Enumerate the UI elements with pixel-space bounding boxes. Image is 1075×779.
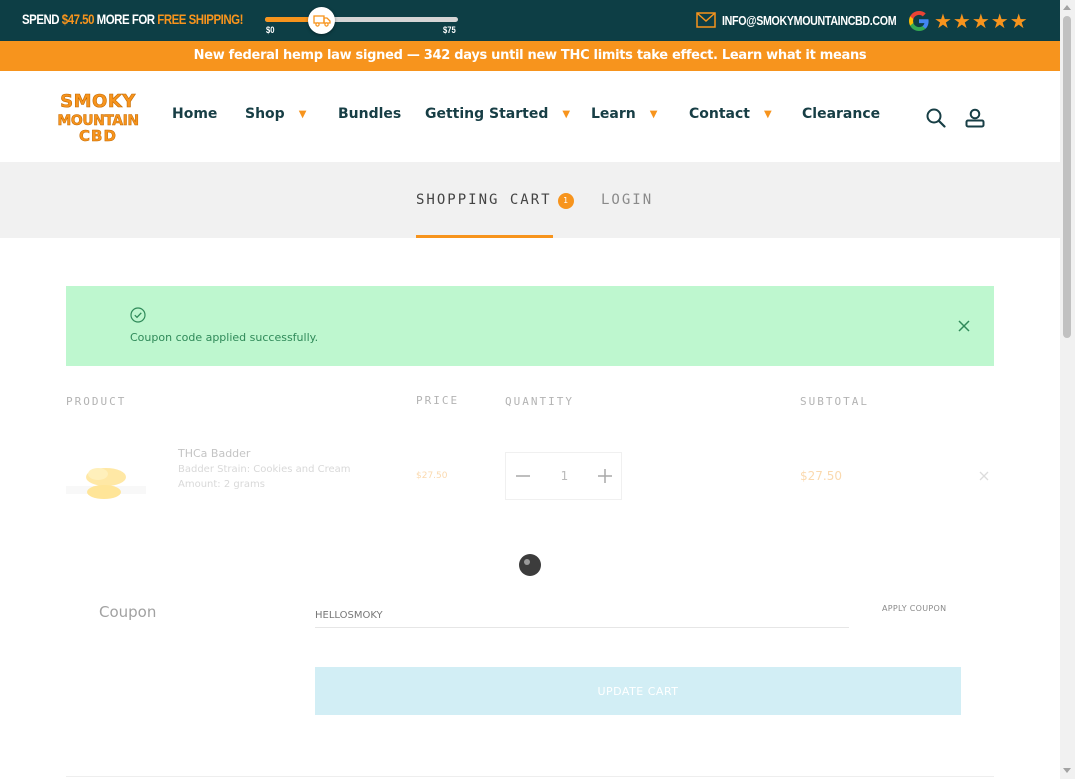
remove-item-icon[interactable] [979, 471, 989, 481]
product-thumbnail[interactable] [66, 450, 146, 512]
nav-shop-label: Shop [245, 106, 285, 122]
shipping-amount: $47.50 [61, 11, 95, 27]
logo-line-3: CBD [79, 127, 117, 145]
item-subtotal: $27.50 [800, 469, 842, 483]
active-tab-indicator [416, 235, 553, 238]
nav-home[interactable]: Home [172, 106, 217, 122]
shipping-max-label: $75 [443, 25, 456, 35]
site-header: SMOKY MOUNTAIN CBD Home Shop ▼ Bundles Ge… [0, 71, 1060, 162]
page-scrollbar[interactable] [1060, 0, 1075, 779]
nav-bundles-label: Bundles [338, 106, 402, 122]
coupon-label: Coupon [99, 603, 157, 621]
check-circle-icon [130, 307, 146, 323]
close-icon[interactable] [958, 320, 970, 332]
logo-line-1: SMOKY [60, 91, 136, 112]
column-header-product: PRODUCT [66, 395, 127, 408]
tab-login[interactable]: LOGIN [601, 192, 653, 208]
chevron-down-icon: ▼ [649, 109, 658, 120]
chevron-down-icon: ▼ [298, 109, 307, 120]
mail-icon [696, 12, 716, 28]
nav-learn-label: Learn [591, 106, 636, 122]
quantity-stepper[interactable]: 1 [505, 452, 622, 500]
notice-message: Coupon code applied successfully. [130, 331, 319, 344]
tab-shopping-cart-label: SHOPPING CART [416, 192, 552, 208]
shipping-middle: MORE FOR [93, 11, 158, 27]
nav-clearance-label: Clearance [802, 106, 881, 122]
column-header-subtotal: SUBTOTAL [800, 395, 869, 408]
nav-contact[interactable]: Contact ▼ [689, 106, 772, 122]
product-amount: Amount: 2 grams [178, 479, 265, 490]
google-icon [909, 11, 929, 31]
free-shipping-highlight: FREE SHIPPING! [157, 11, 243, 27]
column-header-quantity: QUANTITY [505, 395, 574, 408]
scroll-down-arrow-icon[interactable] [1063, 768, 1071, 773]
product-name-link[interactable]: THCa Badder [178, 447, 250, 460]
nav-contact-label: Contact [689, 106, 750, 122]
rating-stars: ★★★★★ [934, 9, 1029, 33]
update-cart-button[interactable]: UPDATE CART [315, 667, 961, 715]
cart-count-badge: 1 [557, 193, 574, 209]
shipping-progress-track [265, 17, 458, 22]
cart-tabs: SHOPPING CART 1 LOGIN [0, 162, 1060, 238]
nav-getting-started[interactable]: Getting Started ▼ [425, 106, 570, 122]
announcement-bar[interactable]: New federal hemp law signed — 342 days u… [0, 41, 1060, 71]
nav-shop[interactable]: Shop ▼ [245, 106, 306, 122]
nav-learn[interactable]: Learn ▼ [591, 106, 657, 122]
delivery-truck-icon [312, 15, 331, 27]
tab-shopping-cart[interactable]: SHOPPING CART 1 [416, 192, 574, 209]
account-icon[interactable] [964, 107, 986, 129]
column-header-price: PRICE [416, 394, 460, 407]
search-icon[interactable] [925, 107, 947, 129]
nav-clearance[interactable]: Clearance [802, 106, 880, 122]
divider [66, 776, 994, 777]
scroll-up-arrow-icon[interactable] [1063, 5, 1071, 10]
smoky-mountain-cbd-logo[interactable]: SMOKY MOUNTAIN CBD [53, 90, 143, 145]
nav-home-label: Home [172, 106, 218, 122]
item-price: $27.50 [416, 471, 448, 481]
shipping-bar: SPEND $47.50 MORE FOR FREE SHIPPING! $0 … [0, 0, 1060, 41]
plus-icon[interactable] [595, 466, 615, 486]
chevron-down-icon: ▼ [562, 109, 571, 120]
page: SPEND $47.50 MORE FOR FREE SHIPPING! $0 … [0, 0, 1075, 779]
shipping-prefix: SPEND [22, 11, 62, 27]
nav-bundles[interactable]: Bundles [338, 106, 401, 122]
coupon-code-input[interactable] [315, 603, 849, 628]
apply-coupon-button[interactable]: APPLY COUPON [882, 604, 946, 613]
nav-getting-started-label: Getting Started [425, 106, 549, 122]
scrollbar-thumb[interactable] [1063, 16, 1071, 338]
loading-spinner [519, 554, 541, 576]
product-strain: Badder Strain: Cookies and Cream [178, 464, 351, 475]
shipping-min-label: $0 [266, 25, 275, 35]
support-email-link[interactable]: INFO@SMOKYMOUNTAINCBD.COM [722, 13, 897, 28]
free-shipping-message: SPEND $47.50 MORE FOR FREE SHIPPING! [22, 11, 243, 27]
shipping-progress-knob [308, 7, 335, 34]
chevron-down-icon: ▼ [764, 109, 772, 120]
coupon-success-notice: Coupon code applied successfully. [66, 286, 994, 366]
